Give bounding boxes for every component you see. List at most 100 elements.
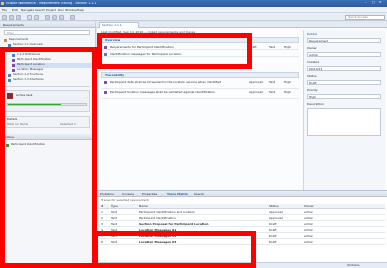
prop-field-created[interactable]: 09/14/16: [307, 66, 381, 71]
cell-type: Text: [111, 217, 118, 220]
menu-help[interactable]: Help: [77, 9, 84, 13]
left-tab-label: Requirements: [3, 23, 24, 27]
cell-status: Approved: [249, 91, 264, 94]
col-type: Type: [111, 204, 118, 208]
search-icon[interactable]: [45, 14, 50, 20]
table-row[interactable]: Participant data shall be forwarded to t…: [101, 80, 299, 89]
table-row[interactable]: Participant location messages shall be v…: [101, 90, 299, 99]
col-name: Name: [139, 204, 148, 208]
cell-priority: High: [284, 46, 291, 49]
prop-value-created: 09/14/16: [309, 67, 323, 71]
quick-access-placeholder: Quick Access: [348, 16, 368, 19]
toolbar: Quick Access: [0, 13, 387, 21]
cell-owner: admin: [304, 235, 314, 238]
run-icon[interactable]: [34, 14, 39, 20]
minimize-button[interactable]: –: [365, 1, 370, 5]
prop-label-details: Details: [307, 33, 318, 36]
col-status: Status: [269, 204, 279, 208]
prop-field-status[interactable]: Draft: [307, 80, 381, 85]
cell-name: Participant data shall be forwarded to t…: [110, 81, 222, 84]
cell-status: Draft: [269, 235, 277, 238]
cell-status: Draft: [269, 241, 277, 244]
prop-label-status: Status: [307, 75, 317, 78]
prop-field-owner[interactable]: admin: [307, 52, 381, 57]
table-row[interactable]: 3 Text Section Proposal for Participant …: [99, 222, 385, 227]
bottom-table-header: # Type Name Status Owner: [99, 204, 385, 209]
table-row[interactable]: 1 Text Participant identification and lo…: [99, 210, 385, 215]
prop-value-priority: High: [309, 95, 316, 99]
new-icon[interactable]: [2, 14, 7, 20]
cell-owner: admin: [304, 229, 314, 232]
cell-type: Text: [269, 81, 276, 84]
bottom-filter-text: Traces for selected requirement: [101, 199, 149, 202]
cell-status: Approved: [269, 211, 284, 214]
close-button[interactable]: ×: [379, 1, 385, 5]
cell-type: Text: [111, 223, 118, 226]
table-row[interactable]: 2 Text Participant Identification Approv…: [99, 216, 385, 221]
tree-item-label: Requirements: [9, 38, 29, 41]
tree-item-label: Section 1.1 Overview: [13, 43, 43, 46]
folder-icon: [4, 38, 7, 42]
menu-run[interactable]: Run: [58, 9, 64, 13]
prop-field-priority[interactable]: High: [307, 94, 381, 99]
filter-placeholder: filter: [7, 31, 14, 35]
menu-navigate[interactable]: Navigate: [21, 9, 34, 13]
tab-console[interactable]: Console: [122, 193, 134, 197]
save-icon[interactable]: [9, 14, 14, 20]
tab-properties[interactable]: Properties: [142, 193, 157, 197]
window-title: Eclipse Workbench - Requirement Tracing …: [6, 1, 97, 5]
settings-icon[interactable]: [70, 14, 75, 20]
col-num: #: [101, 204, 104, 208]
tab-problems[interactable]: Problems: [100, 193, 114, 197]
forward-icon[interactable]: [59, 14, 64, 20]
prop-description-field[interactable]: [307, 108, 381, 136]
cell-priority: High: [284, 81, 291, 84]
cell-priority: High: [284, 91, 291, 94]
menu-project[interactable]: Project: [46, 9, 56, 13]
bottom-tabbar: Problems Console Properties Trace Matrix…: [97, 191, 387, 197]
prop-label-description: Description: [307, 103, 325, 106]
cell-num: 1: [101, 211, 103, 214]
tab-section[interactable]: Section 1.1.1: [99, 22, 139, 28]
properties-panel: Details Requirement Owner admin Created …: [303, 30, 385, 190]
highlight-box-bottom: [93, 231, 256, 268]
status-writable: Writable: [347, 264, 360, 267]
filter-input[interactable]: filter: [4, 30, 90, 35]
cell-owner: admin: [304, 241, 314, 244]
menu-file[interactable]: File: [2, 9, 7, 13]
section-traceability-title: Traceability: [105, 74, 124, 77]
cell-type: Text: [269, 46, 276, 49]
quick-access-input[interactable]: Quick Access: [345, 14, 385, 20]
cell-type: Text: [269, 91, 276, 94]
cell-type: Text: [111, 211, 118, 214]
cell-name: Participant Identification: [139, 217, 176, 220]
prop-label-owner: Owner: [307, 47, 317, 50]
tab-section-label: Section 1.1.1: [102, 24, 122, 27]
prop-value-status: Draft: [309, 81, 317, 85]
prop-field-details[interactable]: Requirement: [307, 38, 381, 43]
menu-window[interactable]: Window: [65, 9, 77, 13]
highlight-box-top: [97, 33, 252, 69]
back-icon[interactable]: [52, 14, 57, 20]
menu-edit[interactable]: Edit: [12, 9, 18, 13]
menu-search[interactable]: Search: [35, 9, 45, 13]
cell-status: Draft: [269, 229, 277, 232]
cell-name: Participant location messages shall be v…: [110, 91, 216, 94]
highlight-box-left: [0, 47, 97, 268]
cell-owner: admin: [304, 211, 314, 214]
cell-num: 3: [101, 223, 103, 226]
app-icon: [1, 2, 4, 5]
debug-icon[interactable]: [27, 14, 32, 20]
title-bar: Eclipse Workbench - Requirement Tracing …: [0, 0, 387, 7]
print-icon[interactable]: [16, 14, 21, 20]
prop-value-details: Requirement: [309, 39, 329, 43]
req-icon: [104, 81, 107, 84]
tree-item[interactable]: Requirements: [4, 38, 92, 43]
cell-status: Approved: [249, 81, 264, 84]
tab-search[interactable]: Search: [194, 193, 204, 197]
left-panel-tab[interactable]: Requirements: [0, 22, 95, 28]
maximize-button[interactable]: □: [372, 1, 377, 5]
tab-trace-matrix[interactable]: Trace Matrix: [167, 193, 188, 197]
cell-num: 2: [101, 217, 103, 220]
cell-owner: admin: [304, 223, 314, 226]
